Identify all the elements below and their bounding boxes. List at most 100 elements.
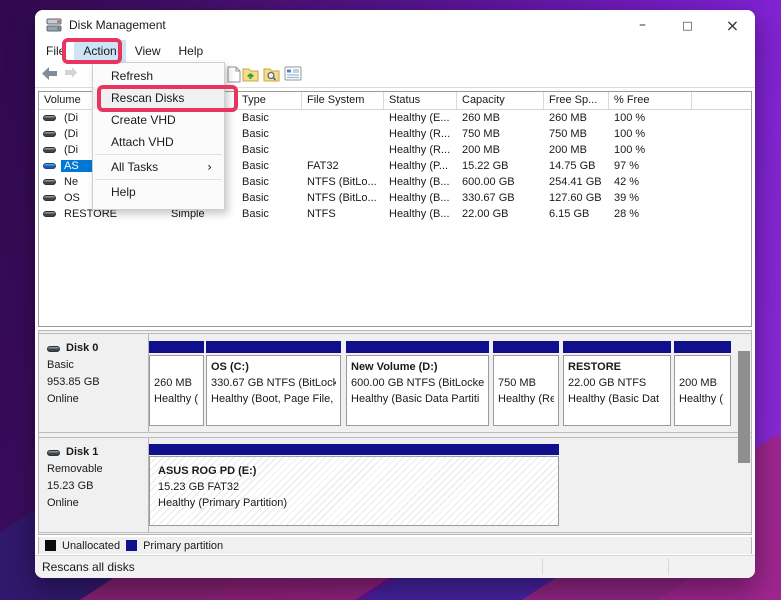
- forward-icon[interactable]: [63, 66, 78, 79]
- menu-item-all-tasks[interactable]: All Tasks ›: [93, 156, 224, 178]
- cell-type: Basic: [237, 112, 302, 124]
- disk-icon: [47, 346, 60, 352]
- volume-icon: [43, 115, 56, 121]
- menu-help[interactable]: Help: [170, 40, 213, 62]
- disk-name: Disk 1: [66, 444, 98, 461]
- partition-size: 600.00 GB NTFS (BitLocke: [351, 375, 484, 391]
- cell-status: Healthy (R...: [384, 128, 457, 140]
- disk-icon: [47, 450, 60, 456]
- disk-kind: Removable: [47, 461, 148, 478]
- cell-capacity: 22.00 GB: [457, 208, 544, 220]
- window-controls: – □ ×: [620, 10, 755, 40]
- partition[interactable]: 200 MB Healthy (: [674, 334, 731, 432]
- partition[interactable]: New Volume (D:) 600.00 GB NTFS (BitLocke…: [346, 334, 489, 432]
- minimize-icon: –: [639, 17, 646, 33]
- menu-item-help[interactable]: Help: [93, 181, 224, 203]
- disk-1-label[interactable]: Disk 1 Removable 15.23 GB Online: [39, 438, 149, 532]
- cell-fs: NTFS (BitLo...: [302, 176, 384, 188]
- col-free-space[interactable]: Free Sp...: [544, 92, 609, 109]
- cell-status: Healthy (B...: [384, 192, 457, 204]
- partition-color-bar: [149, 341, 204, 353]
- menu-item-attach-vhd[interactable]: Attach VHD: [93, 131, 224, 153]
- partition-title: [154, 359, 199, 375]
- cell-capacity: 260 MB: [457, 112, 544, 124]
- partition-status: Healthy (Boot, Page File,: [211, 391, 336, 407]
- col-status[interactable]: Status: [384, 92, 457, 109]
- partition-color-bar: [149, 444, 559, 455]
- partition-title: RESTORE: [568, 359, 666, 375]
- volume-name: (Di: [61, 112, 81, 124]
- partition-size: 200 MB: [679, 375, 726, 391]
- disk-graphical-pane: Disk 0 Basic 953.85 GB Online 260 MB Hea…: [38, 330, 752, 535]
- cell-free: 254.41 GB: [544, 176, 609, 188]
- partition-color-bar: [493, 341, 559, 353]
- volume-name: (Di: [61, 144, 81, 156]
- partition-title: [679, 359, 726, 375]
- document-icon[interactable]: [227, 66, 241, 83]
- import-folder-icon[interactable]: [242, 66, 259, 82]
- cell-type: Basic: [237, 192, 302, 204]
- cell-pct: 39 %: [609, 192, 692, 204]
- col-capacity[interactable]: Capacity: [457, 92, 544, 109]
- partition-status: Healthy (: [679, 391, 726, 407]
- annotation-box-rescan-disks: [97, 85, 238, 112]
- disk-size: 15.23 GB: [47, 478, 148, 495]
- partition-status: Healthy (Re: [498, 391, 554, 407]
- back-icon[interactable]: [41, 66, 58, 81]
- partition-selected[interactable]: ASUS ROG PD (E:) 15.23 GB FAT32 Healthy …: [149, 438, 559, 532]
- menu-view[interactable]: View: [126, 40, 170, 62]
- disk-management-icon: [46, 18, 62, 32]
- close-icon: ×: [726, 16, 739, 35]
- legend-bar: Unallocated Primary partition: [38, 537, 752, 554]
- cell-fs: NTFS: [302, 208, 384, 220]
- cell-free: 750 MB: [544, 128, 609, 140]
- menu-item-create-vhd[interactable]: Create VHD: [93, 109, 224, 131]
- partition-color-bar: [674, 341, 731, 353]
- minimize-button[interactable]: –: [620, 10, 665, 40]
- partition-size: 750 MB: [498, 375, 554, 391]
- disk-state: Online: [47, 495, 148, 512]
- volume-name: Ne: [61, 176, 81, 188]
- partition[interactable]: OS (C:) 330.67 GB NTFS (BitLock Healthy …: [206, 334, 341, 432]
- partition[interactable]: RESTORE 22.00 GB NTFS Healthy (Basic Dat: [563, 334, 671, 432]
- status-bar: Rescans all disks: [35, 555, 755, 578]
- volume-name: (Di: [61, 128, 81, 140]
- volume-icon: [43, 147, 56, 153]
- submenu-arrow-icon: ›: [207, 156, 212, 178]
- partition[interactable]: 750 MB Healthy (Re: [493, 334, 559, 432]
- col-file-system[interactable]: File System: [302, 92, 384, 109]
- disk-0-label[interactable]: Disk 0 Basic 953.85 GB Online: [39, 334, 149, 432]
- search-folder-icon[interactable]: [263, 66, 280, 82]
- properties-icon[interactable]: [284, 66, 302, 81]
- close-button[interactable]: ×: [710, 10, 755, 40]
- partition-color-bar: [346, 341, 489, 353]
- cell-capacity: 200 MB: [457, 144, 544, 156]
- cell-pct: 100 %: [609, 112, 692, 124]
- menu-bar: File Action View Help: [35, 40, 755, 62]
- status-text: Rescans all disks: [42, 560, 135, 574]
- cell-free: 6.15 GB: [544, 208, 609, 220]
- cell-capacity: 600.00 GB: [457, 176, 544, 188]
- partition-size: 260 MB: [154, 375, 199, 391]
- volume-name: OS: [61, 192, 83, 204]
- maximize-button[interactable]: □: [665, 10, 710, 40]
- partition[interactable]: 260 MB Healthy (: [149, 334, 204, 432]
- vertical-scrollbar-thumb[interactable]: [738, 351, 750, 463]
- menu-item-label: All Tasks: [111, 160, 158, 174]
- volume-icon: [43, 179, 56, 185]
- col-filler: [692, 92, 751, 109]
- title-bar: Disk Management – □ ×: [35, 10, 755, 40]
- cell-status: Healthy (B...: [384, 176, 457, 188]
- menu-item-refresh[interactable]: Refresh: [93, 65, 224, 87]
- cell-capacity: 15.22 GB: [457, 160, 544, 172]
- partition-title: New Volume (D:): [351, 359, 484, 375]
- volume-icon: [43, 163, 56, 169]
- col-pct-free[interactable]: % Free: [609, 92, 692, 109]
- cell-capacity: 330.67 GB: [457, 192, 544, 204]
- col-type[interactable]: Type: [237, 92, 302, 109]
- legend-primary-label: Primary partition: [143, 540, 223, 552]
- cell-type: Basic: [237, 144, 302, 156]
- partition-title: ASUS ROG PD (E:): [158, 463, 550, 479]
- partition-title: [498, 359, 554, 375]
- menu-separator: [95, 154, 222, 155]
